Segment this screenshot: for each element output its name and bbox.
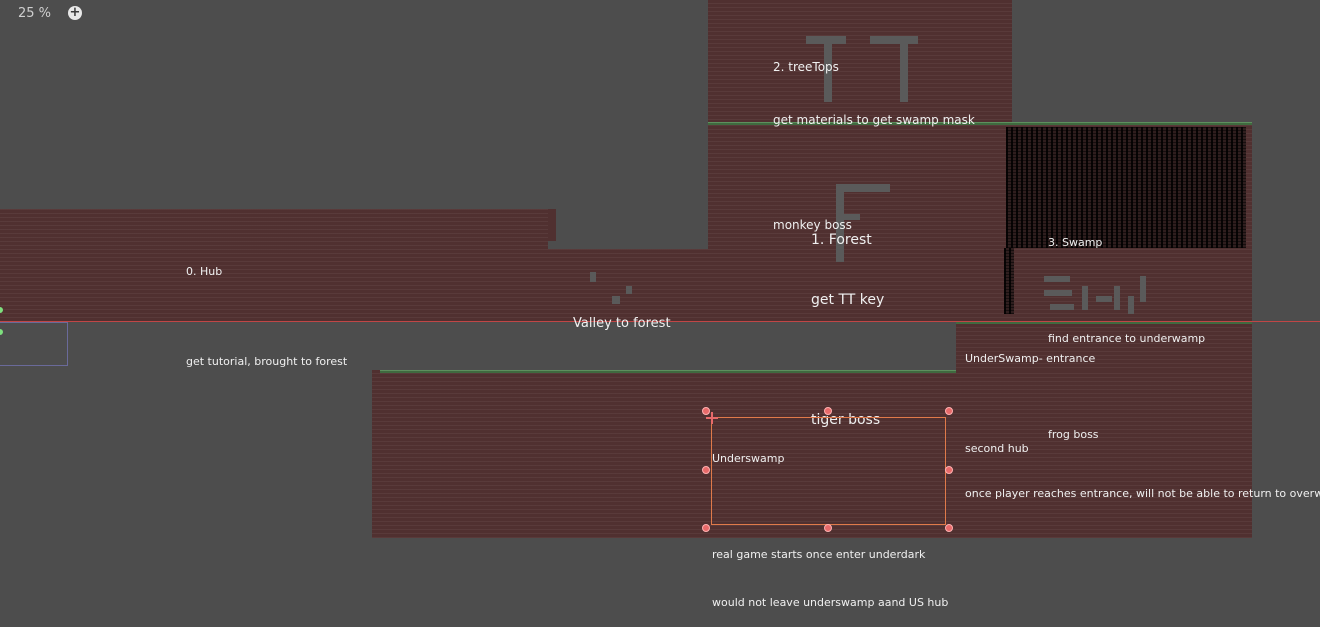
hub-blank <box>186 309 347 324</box>
zoom-in-icon[interactable]: + <box>68 6 82 20</box>
entrance-blank <box>965 396 1320 411</box>
resize-handle-bottom[interactable] <box>824 524 832 532</box>
swamp-title: 3. Swamp <box>1048 236 1103 249</box>
treetops-boss: monkey boss <box>773 217 852 232</box>
valley-title: Valley to forest <box>573 316 671 331</box>
underswamp-title: Underswamp <box>712 452 785 465</box>
valley-gap-step <box>548 209 556 241</box>
entrance-title: UnderSwamp- entrance <box>965 352 1096 365</box>
forest-goal: get TT key <box>811 292 885 308</box>
entrance-note: once player reaches entrance, will not b… <box>965 487 1320 500</box>
resize-handle-top-right[interactable] <box>945 407 953 415</box>
pivot-cross-icon[interactable] <box>706 412 718 424</box>
underswamp-blank <box>712 499 948 515</box>
camera-bounds-box <box>0 322 68 366</box>
resize-handle-right[interactable] <box>945 466 953 474</box>
treetops-blank <box>773 164 975 182</box>
hub-label: 0. Hub get tutorial, brought to forest <box>186 234 347 384</box>
underswamp-note-2: would not leave underswamp aand US hub <box>712 596 949 609</box>
swamp-spike-column <box>1004 248 1014 314</box>
entrance-role: second hub <box>965 442 1029 455</box>
resize-handle-bottom-right[interactable] <box>945 524 953 532</box>
resize-handle-left[interactable] <box>702 466 710 474</box>
treetops-title: 2. treeTops <box>773 60 839 74</box>
treetops-label: 2. treeTops get materials to get swamp m… <box>773 24 975 252</box>
hub-note: get tutorial, brought to forest <box>186 355 348 368</box>
underswamp-note-1: real game starts once enter underdark <box>712 548 926 561</box>
valley-gap <box>548 209 708 249</box>
swamp-blank-1 <box>1048 283 1205 299</box>
underswamp-entrance-label: UnderSwamp- entrance second hub once pla… <box>965 321 1320 516</box>
zoom-level: 25 % <box>18 6 52 21</box>
resize-handle-bottom-left[interactable] <box>702 524 710 532</box>
valley-label: Valley to forest <box>573 279 671 351</box>
underswamp-label[interactable]: Underswamp real game starts once enter u… <box>712 419 948 627</box>
hub-title: 0. Hub <box>186 265 223 278</box>
treetops-goal: get materials to get swamp mask <box>773 112 975 127</box>
forest-blank <box>811 350 884 370</box>
resize-handle-top[interactable] <box>824 407 832 415</box>
